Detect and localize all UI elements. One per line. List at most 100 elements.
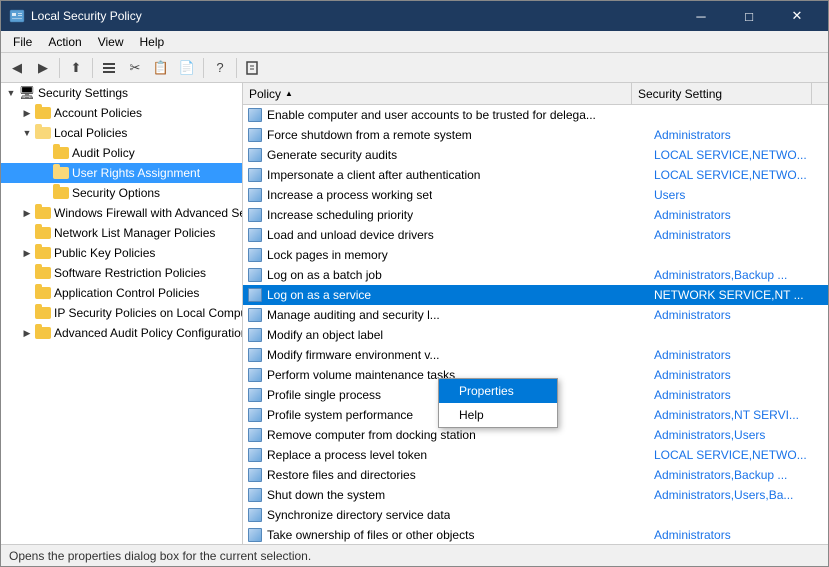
policy-cell: Modify firmware environment v... (243, 347, 648, 363)
policy-icon (247, 387, 263, 403)
list-row[interactable]: Take ownership of files or other objects… (243, 525, 828, 544)
security-column-header[interactable]: Security Setting (632, 83, 812, 104)
policy-cell: Manage auditing and security l... (243, 307, 648, 323)
policy-icon (247, 447, 263, 463)
list-row[interactable]: Increase scheduling priorityAdministrato… (243, 205, 828, 225)
context-menu: Properties Help (438, 378, 558, 428)
back-button[interactable]: ◀ (5, 56, 29, 80)
list-row[interactable]: Remove computer from docking stationAdmi… (243, 425, 828, 445)
policy-icon (247, 167, 263, 183)
tree-label-firewall: Windows Firewall with Advanced Secu... (54, 206, 242, 220)
toolbar-separator-3 (203, 58, 204, 78)
paste-button[interactable]: 📄 (175, 56, 199, 80)
policy-icon (247, 327, 263, 343)
menu-file[interactable]: File (5, 33, 40, 51)
tree-label-account-policies: Account Policies (54, 106, 142, 120)
security-cell: Administrators (648, 228, 828, 242)
security-cell: Administrators (648, 528, 828, 542)
tree-label-security-options: Security Options (72, 186, 160, 200)
security-cell: Administrators,Users,Ba... (648, 488, 828, 502)
list-row[interactable]: Modify an object label (243, 325, 828, 345)
policy-list[interactable]: Enable computer and user accounts to be … (243, 105, 828, 544)
list-row[interactable]: Manage auditing and security l...Adminis… (243, 305, 828, 325)
list-row[interactable]: Shut down the systemAdministrators,Users… (243, 485, 828, 505)
tree-item-app-control[interactable]: Application Control Policies (1, 283, 242, 303)
policy-column-header[interactable]: Policy ▲ (243, 83, 632, 104)
list-row[interactable]: Impersonate a client after authenticatio… (243, 165, 828, 185)
list-row[interactable]: Modify firmware environment v...Administ… (243, 345, 828, 365)
close-button[interactable]: ✕ (774, 1, 820, 31)
toolbar: ◀ ▶ ⬆ ✂ 📋 📄 ? (1, 53, 828, 83)
security-cell: Users (648, 188, 828, 202)
expand-icon-local[interactable]: ▼ (19, 125, 35, 141)
tree-item-firewall[interactable]: ▶ Windows Firewall with Advanced Secu... (1, 203, 242, 223)
menu-action[interactable]: Action (40, 33, 89, 51)
maximize-button[interactable]: □ (726, 1, 772, 31)
forward-button[interactable]: ▶ (31, 56, 55, 80)
expand-icon-root[interactable]: ▼ (3, 85, 19, 101)
list-header: Policy ▲ Security Setting (243, 83, 828, 105)
tree-scroll[interactable]: ▼ 🖥 Security Settings ▶ Account Policies (1, 83, 242, 544)
policy-name: Replace a process level token (267, 448, 427, 462)
list-row[interactable]: Restore files and directoriesAdministrat… (243, 465, 828, 485)
expand-icon-public-key[interactable]: ▶ (19, 245, 35, 261)
policy-name: Perform volume maintenance tasks (267, 368, 455, 382)
policy-icon (247, 247, 263, 263)
tree-item-public-key[interactable]: ▶ Public Key Policies (1, 243, 242, 263)
policy-cell: Log on as a batch job (243, 267, 648, 283)
policy-icon (247, 307, 263, 323)
tree-item-software-restriction[interactable]: Software Restriction Policies (1, 263, 242, 283)
list-row[interactable]: Log on as a batch jobAdministrators,Back… (243, 265, 828, 285)
policy-icon (247, 487, 263, 503)
export-button[interactable] (241, 56, 265, 80)
security-cell: Administrators (648, 388, 828, 402)
menu-help[interactable]: Help (132, 33, 173, 51)
tree-item-security-settings[interactable]: ▼ 🖥 Security Settings (1, 83, 242, 103)
policy-name: Log on as a service (267, 288, 371, 302)
policy-name: Modify firmware environment v... (267, 348, 440, 362)
folder-icon-user-rights (53, 165, 69, 181)
tree-item-audit-policy[interactable]: Audit Policy (1, 143, 242, 163)
tree-item-security-options[interactable]: Security Options (1, 183, 242, 203)
help-button[interactable]: ? (208, 56, 232, 80)
window-controls: ─ □ ✕ (678, 1, 820, 31)
menu-view[interactable]: View (90, 33, 132, 51)
expand-icon-account[interactable]: ▶ (19, 105, 35, 121)
tree-item-advanced-audit[interactable]: ▶ Advanced Audit Policy Configuration (1, 323, 242, 343)
list-row[interactable]: Force shutdown from a remote systemAdmin… (243, 125, 828, 145)
sort-arrow-icon: ▲ (285, 89, 293, 98)
list-row[interactable]: Synchronize directory service data (243, 505, 828, 525)
copy-button[interactable]: 📋 (149, 56, 173, 80)
policy-cell: Force shutdown from a remote system (243, 127, 648, 143)
expand-icon-advanced-audit[interactable]: ▶ (19, 325, 35, 341)
tree-label-advanced-audit: Advanced Audit Policy Configuration (54, 326, 242, 340)
tree-item-network-list[interactable]: Network List Manager Policies (1, 223, 242, 243)
status-text: Opens the properties dialog box for the … (9, 549, 311, 563)
list-row[interactable]: Load and unload device driversAdministra… (243, 225, 828, 245)
list-row[interactable]: Increase a process working setUsers (243, 185, 828, 205)
scroll-spacer (812, 83, 828, 104)
tree-item-user-rights[interactable]: User Rights Assignment (1, 163, 242, 183)
context-menu-help[interactable]: Help (439, 403, 557, 427)
list-row[interactable]: Generate security auditsLOCAL SERVICE,NE… (243, 145, 828, 165)
tree-item-account-policies[interactable]: ▶ Account Policies (1, 103, 242, 123)
tree-item-local-policies[interactable]: ▼ Local Policies (1, 123, 242, 143)
show-hide-button[interactable] (97, 56, 121, 80)
up-button[interactable]: ⬆ (64, 56, 88, 80)
folder-icon-local (35, 125, 51, 141)
list-row[interactable]: Log on as a serviceNETWORK SERVICE,NT ..… (243, 285, 828, 305)
expand-icon-firewall[interactable]: ▶ (19, 205, 35, 221)
policy-cell: Increase a process working set (243, 187, 648, 203)
list-row[interactable]: Lock pages in memory (243, 245, 828, 265)
policy-cell: Restore files and directories (243, 467, 648, 483)
list-row[interactable]: Enable computer and user accounts to be … (243, 105, 828, 125)
cut-button[interactable]: ✂ (123, 56, 147, 80)
tree-label-public-key: Public Key Policies (54, 246, 155, 260)
tree-item-ip-security[interactable]: IP Security Policies on Local Compute... (1, 303, 242, 323)
context-menu-properties[interactable]: Properties (439, 379, 557, 403)
policy-icon (247, 347, 263, 363)
minimize-button[interactable]: ─ (678, 1, 724, 31)
policy-name: Impersonate a client after authenticatio… (267, 168, 480, 182)
list-row[interactable]: Replace a process level tokenLOCAL SERVI… (243, 445, 828, 465)
folder-icon-firewall (35, 205, 51, 221)
